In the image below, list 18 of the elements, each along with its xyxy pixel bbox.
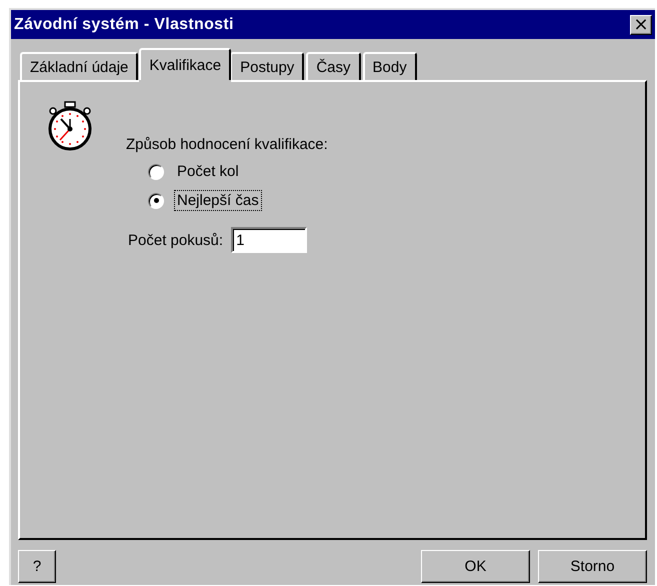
tab[interactable]: Časy — [306, 52, 360, 80]
group-label: Způsob hodnocení kvalifikace: — [126, 136, 328, 153]
radio-button[interactable] — [148, 164, 164, 180]
help-button[interactable]: ? — [18, 550, 56, 583]
tab[interactable]: Postupy — [230, 52, 304, 80]
cancel-button[interactable]: Storno — [538, 550, 647, 583]
tab[interactable]: Kvalifikace — [139, 48, 232, 80]
close-button[interactable]: × — [630, 14, 652, 34]
radio-button[interactable] — [148, 192, 164, 208]
stopwatch-icon — [46, 100, 94, 152]
attempts-field[interactable]: 1 — [231, 227, 308, 253]
radio-label[interactable]: Počet kol — [174, 161, 242, 182]
field-label: Počet pokusů: — [128, 232, 224, 248]
tab[interactable]: Základní údaje — [20, 52, 138, 80]
window-title: Závodní systém - Vlastnosti — [14, 16, 234, 34]
tab[interactable]: Body — [362, 52, 417, 80]
radio-label[interactable]: Nejlepší čas — [174, 190, 262, 211]
ok-button[interactable]: OK — [421, 550, 530, 583]
